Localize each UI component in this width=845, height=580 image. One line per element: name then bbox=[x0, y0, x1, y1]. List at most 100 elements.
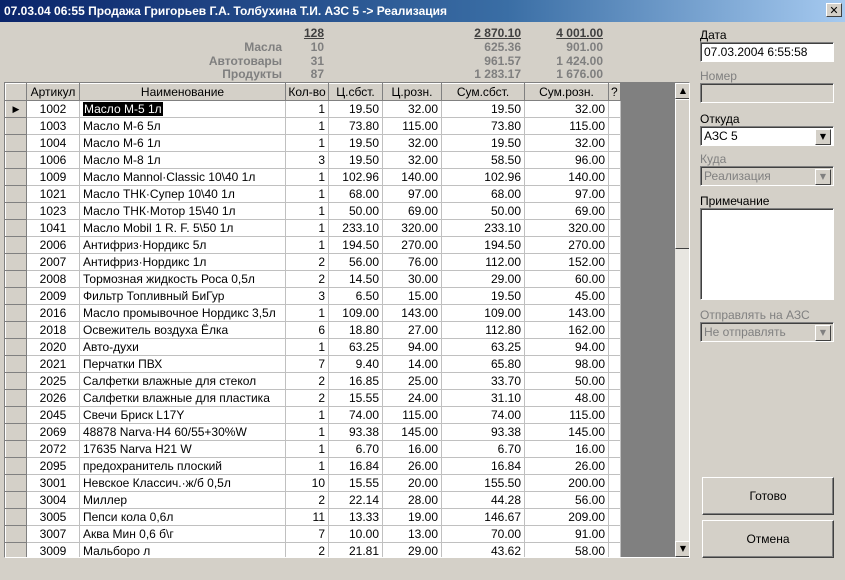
cell-qty[interactable]: 2 bbox=[285, 253, 329, 271]
cell-name[interactable]: Фильтр Топливный БиГур bbox=[79, 287, 286, 305]
cell-article[interactable]: 2025 bbox=[26, 372, 80, 390]
cell-retail-price[interactable]: 24.00 bbox=[382, 389, 442, 407]
cell-article[interactable]: 1003 bbox=[26, 117, 80, 135]
cell-cost-price[interactable]: 16.85 bbox=[328, 372, 383, 390]
cell-article[interactable]: 1006 bbox=[26, 151, 80, 169]
cell-cost-sum[interactable]: 19.50 bbox=[441, 287, 525, 305]
cell-flag[interactable] bbox=[608, 100, 621, 118]
cell-qty[interactable]: 1 bbox=[285, 406, 329, 424]
table-row[interactable]: 2095 предохранитель плоский 1 16.84 26.00 16.… bbox=[5, 457, 621, 475]
cell-cost-price[interactable]: 102.96 bbox=[328, 168, 383, 186]
table-row[interactable]: 1041 Масло Mobil 1 R. F. 5\50 1л 1 233.10 32… bbox=[5, 219, 621, 237]
cell-qty[interactable]: 2 bbox=[285, 491, 329, 509]
table-row[interactable]: 2006 Антифриз·Нордикс 5л 1 194.50 270.00 194.… bbox=[5, 236, 621, 254]
cell-article[interactable]: 2072 bbox=[26, 440, 80, 458]
cell-name[interactable]: Масло ТНК·Супер 10\40 1л bbox=[79, 185, 286, 203]
cell-name[interactable]: Перчатки ПВХ bbox=[79, 355, 286, 373]
cell-retail-sum[interactable]: 91.00 bbox=[524, 525, 609, 543]
cell-cost-sum[interactable]: 29.00 bbox=[441, 270, 525, 288]
cell-cost-sum[interactable]: 19.50 bbox=[441, 134, 525, 152]
cell-name[interactable]: Пепси кола 0,6л bbox=[79, 508, 286, 526]
cell-retail-sum[interactable]: 200.00 bbox=[524, 474, 609, 492]
cell-retail-price[interactable]: 27.00 bbox=[382, 321, 442, 339]
cell-cost-price[interactable]: 63.25 bbox=[328, 338, 383, 356]
cell-cost-price[interactable]: 14.50 bbox=[328, 270, 383, 288]
cell-qty[interactable]: 1 bbox=[285, 168, 329, 186]
cell-flag[interactable] bbox=[608, 219, 621, 237]
cell-cost-sum[interactable]: 194.50 bbox=[441, 236, 525, 254]
row-indicator[interactable] bbox=[5, 525, 27, 543]
cell-cost-sum[interactable]: 93.38 bbox=[441, 423, 525, 441]
cell-qty[interactable]: 3 bbox=[285, 151, 329, 169]
cell-flag[interactable] bbox=[608, 525, 621, 543]
cell-retail-price[interactable]: 145.00 bbox=[382, 423, 442, 441]
cell-qty[interactable]: 1 bbox=[285, 219, 329, 237]
cell-cost-price[interactable]: 18.80 bbox=[328, 321, 383, 339]
cell-qty[interactable]: 1 bbox=[285, 202, 329, 220]
scroll-down-icon[interactable]: ▼ bbox=[675, 541, 689, 557]
cell-cost-price[interactable]: 19.50 bbox=[328, 151, 383, 169]
cell-flag[interactable] bbox=[608, 474, 621, 492]
cell-name[interactable]: Масло Mannol·Classic 10\40 1л bbox=[79, 168, 286, 186]
cell-article[interactable]: 2095 bbox=[26, 457, 80, 475]
row-indicator[interactable] bbox=[5, 491, 27, 509]
cell-name[interactable]: Масло М-5 1л bbox=[79, 100, 286, 118]
cell-flag[interactable] bbox=[608, 406, 621, 424]
cell-retail-price[interactable]: 20.00 bbox=[382, 474, 442, 492]
cell-retail-price[interactable]: 15.00 bbox=[382, 287, 442, 305]
cell-cost-price[interactable]: 233.10 bbox=[328, 219, 383, 237]
row-indicator[interactable] bbox=[5, 474, 27, 492]
row-indicator[interactable] bbox=[5, 236, 27, 254]
cell-cost-sum[interactable]: 146.67 bbox=[441, 508, 525, 526]
cell-name[interactable]: Миллер bbox=[79, 491, 286, 509]
grid-scrollbar[interactable]: ▲ ▼ bbox=[675, 83, 689, 557]
table-row[interactable]: 2072 17635 Narva H21 W 1 6.70 16.00 6.70 16.00 bbox=[5, 440, 621, 458]
cell-flag[interactable] bbox=[608, 253, 621, 271]
cell-cost-sum[interactable]: 50.00 bbox=[441, 202, 525, 220]
cell-name[interactable]: Антифриз·Нордикс 5л bbox=[79, 236, 286, 254]
col-retail-price[interactable]: Ц.розн. bbox=[382, 83, 442, 101]
cell-retail-sum[interactable]: 152.00 bbox=[524, 253, 609, 271]
cell-retail-price[interactable]: 29.00 bbox=[382, 542, 442, 557]
cell-cost-sum[interactable]: 233.10 bbox=[441, 219, 525, 237]
row-indicator[interactable] bbox=[5, 134, 27, 152]
cell-name[interactable]: 48878 Narva·H4 60/55+30%W bbox=[79, 423, 286, 441]
items-grid[interactable]: Артикул Наименование Кол-во Ц.сбст. Ц.ро… bbox=[4, 82, 690, 558]
cell-qty[interactable]: 1 bbox=[285, 423, 329, 441]
cell-qty[interactable]: 2 bbox=[285, 389, 329, 407]
cell-cost-sum[interactable]: 6.70 bbox=[441, 440, 525, 458]
cell-retail-sum[interactable]: 60.00 bbox=[524, 270, 609, 288]
cell-cost-sum[interactable]: 65.80 bbox=[441, 355, 525, 373]
row-indicator[interactable] bbox=[5, 219, 27, 237]
row-indicator[interactable] bbox=[5, 117, 27, 135]
table-row[interactable]: 1023 Масло ТНК·Мотор 15\40 1л 1 50.00 69.00 5… bbox=[5, 202, 621, 220]
table-row[interactable]: 2007 Антифриз·Нордикс 1л 2 56.00 76.00 112.00… bbox=[5, 253, 621, 271]
cell-article[interactable]: 2045 bbox=[26, 406, 80, 424]
table-row[interactable]: 2069 48878 Narva·H4 60/55+30%W 1 93.38 145.0… bbox=[5, 423, 621, 441]
cell-flag[interactable] bbox=[608, 202, 621, 220]
row-indicator[interactable] bbox=[5, 185, 27, 203]
cell-retail-price[interactable]: 28.00 bbox=[382, 491, 442, 509]
cell-article[interactable]: 3004 bbox=[26, 491, 80, 509]
cell-name[interactable]: Аква Мин 0,6 б\г bbox=[79, 525, 286, 543]
cell-retail-sum[interactable]: 98.00 bbox=[524, 355, 609, 373]
cell-cost-price[interactable]: 6.70 bbox=[328, 440, 383, 458]
cell-name[interactable]: Авто-духи bbox=[79, 338, 286, 356]
cell-flag[interactable] bbox=[608, 355, 621, 373]
cell-retail-price[interactable]: 32.00 bbox=[382, 134, 442, 152]
row-indicator[interactable] bbox=[5, 338, 27, 356]
cell-name[interactable]: Масло М-6 5л bbox=[79, 117, 286, 135]
table-row[interactable]: 3007 Аква Мин 0,6 б\г 7 10.00 13.00 70.00 91.0… bbox=[5, 525, 621, 543]
cell-qty[interactable]: 6 bbox=[285, 321, 329, 339]
table-row[interactable]: 1021 Масло ТНК·Супер 10\40 1л 1 68.00 97.00 6… bbox=[5, 185, 621, 203]
cell-retail-sum[interactable]: 143.00 bbox=[524, 304, 609, 322]
cell-flag[interactable] bbox=[608, 185, 621, 203]
cell-cost-sum[interactable]: 68.00 bbox=[441, 185, 525, 203]
cell-cost-price[interactable]: 9.40 bbox=[328, 355, 383, 373]
cell-name[interactable]: Салфетки влажные для стекол bbox=[79, 372, 286, 390]
cell-retail-sum[interactable]: 162.00 bbox=[524, 321, 609, 339]
cell-name[interactable]: Невское Классич.·ж/б 0,5л bbox=[79, 474, 286, 492]
date-field[interactable]: 07.03.2004 6:55:58 bbox=[700, 42, 834, 62]
cell-flag[interactable] bbox=[608, 508, 621, 526]
cell-flag[interactable] bbox=[608, 287, 621, 305]
